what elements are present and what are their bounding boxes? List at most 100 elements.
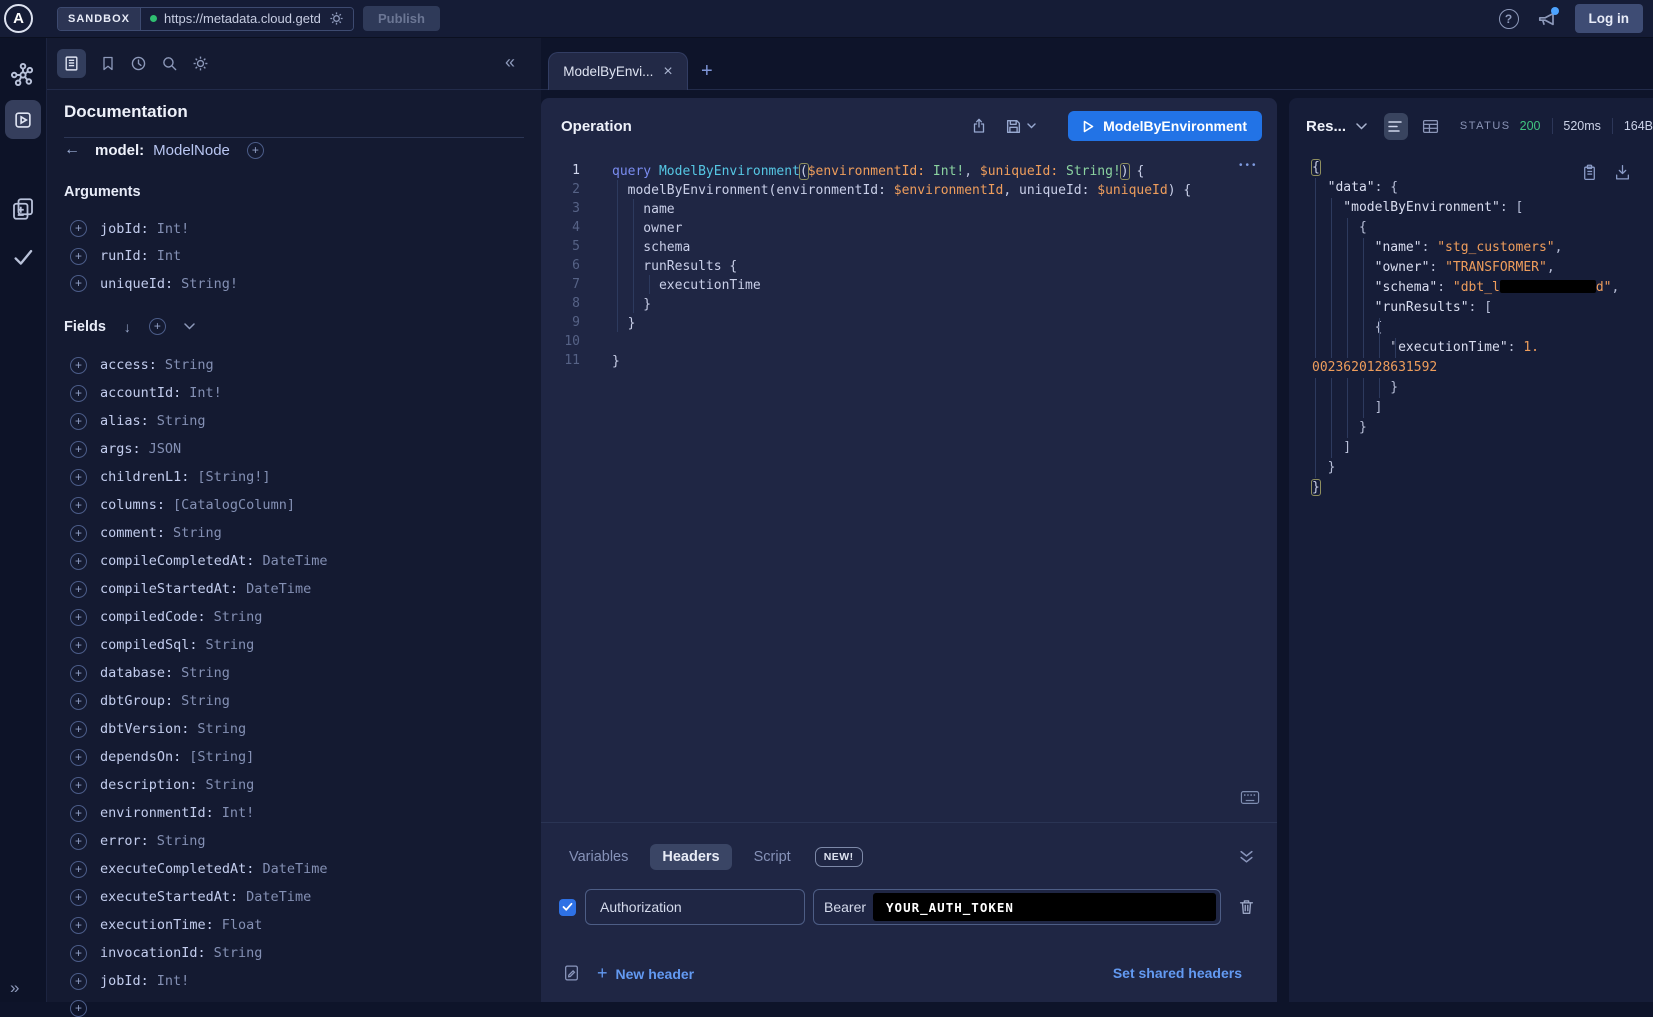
add-field-to-operation-icon[interactable] xyxy=(70,693,87,710)
header-key-input[interactable] xyxy=(585,889,805,925)
run-operation-button[interactable]: ModelByEnvironment xyxy=(1068,111,1262,141)
add-field-to-operation-icon[interactable] xyxy=(70,441,87,458)
add-field-to-operation-icon[interactable] xyxy=(70,581,87,598)
code-line[interactable]: 11} xyxy=(541,351,1277,370)
save-floppy-icon[interactable] xyxy=(1005,118,1022,135)
field-type[interactable]: Float xyxy=(222,917,263,933)
field-row[interactable]: compileStartedAt:DateTime xyxy=(47,575,541,603)
expand-rail-icon[interactable]: » xyxy=(10,978,19,998)
field-row[interactable]: args:JSON xyxy=(47,435,541,463)
header-value-field[interactable]: Bearer YOUR_AUTH_TOKEN xyxy=(813,889,1221,925)
field-row[interactable]: compiledSql:String xyxy=(47,631,541,659)
field-type[interactable]: Int! xyxy=(157,973,190,989)
field-row[interactable]: alias:String xyxy=(47,407,541,435)
field-row[interactable]: database:String xyxy=(47,659,541,687)
field-row[interactable]: dependsOn:[String] xyxy=(47,743,541,771)
field-type[interactable]: DateTime xyxy=(246,581,311,597)
response-chevron-down-icon[interactable] xyxy=(1356,123,1367,130)
new-tab-icon[interactable]: + xyxy=(701,60,713,83)
share-operation-icon[interactable] xyxy=(971,117,987,135)
code-line[interactable]: 5 schema xyxy=(541,237,1277,256)
add-field-to-operation-icon[interactable] xyxy=(70,945,87,962)
save-operation-group[interactable] xyxy=(1005,118,1036,135)
field-type[interactable]: String! xyxy=(181,276,238,292)
code-line[interactable]: 10 xyxy=(541,332,1277,351)
field-row[interactable]: executeCompletedAt:DateTime xyxy=(47,855,541,883)
add-field-to-operation-icon[interactable] xyxy=(70,973,87,990)
add-field-to-operation-icon[interactable] xyxy=(70,805,87,822)
tab-script[interactable]: Script xyxy=(742,844,803,870)
field-row-partial-icon[interactable] xyxy=(70,1000,87,1017)
add-all-fields-icon[interactable] xyxy=(149,318,166,335)
field-type[interactable]: DateTime xyxy=(262,553,327,569)
edit-as-text-icon[interactable] xyxy=(563,964,580,982)
back-arrow-icon[interactable]: ← xyxy=(64,141,86,159)
field-type[interactable]: [CatalogColumn] xyxy=(173,497,295,513)
sort-descending-icon[interactable]: ↓ xyxy=(124,319,131,335)
field-type[interactable]: String xyxy=(181,665,230,681)
schema-graph-icon[interactable] xyxy=(10,62,36,88)
add-field-to-operation-icon[interactable] xyxy=(70,721,87,738)
field-type[interactable]: String xyxy=(165,357,214,373)
sandbox-badge[interactable]: SANDBOX xyxy=(58,8,140,30)
field-row[interactable]: environmentId:Int! xyxy=(47,799,541,827)
search-icon[interactable] xyxy=(161,55,178,72)
response-title[interactable]: Res... xyxy=(1306,118,1346,135)
collapse-section-double-chevron-icon[interactable] xyxy=(1239,850,1254,864)
login-button[interactable]: Log in xyxy=(1575,4,1644,33)
add-field-to-operation-icon[interactable] xyxy=(70,749,87,766)
field-row[interactable]: childrenL1:[String!] xyxy=(47,463,541,491)
field-row[interactable]: compiledCode:String xyxy=(47,603,541,631)
view-as-json-icon[interactable] xyxy=(1384,113,1408,140)
field-row[interactable]: uniqueId:String! xyxy=(47,270,541,298)
explorer-settings-gear-icon[interactable] xyxy=(192,55,209,72)
field-type[interactable]: DateTime xyxy=(262,861,327,877)
code-line[interactable]: 1query ModelByEnvironment($environmentId… xyxy=(541,161,1277,180)
field-type[interactable]: Int xyxy=(157,248,181,264)
field-type[interactable]: String xyxy=(173,525,222,541)
add-field-to-operation-icon[interactable] xyxy=(70,413,87,430)
field-type[interactable]: [String!] xyxy=(197,469,270,485)
endpoint-url[interactable]: https://metadata.cloud.getd xyxy=(164,11,322,26)
field-row[interactable]: compileCompletedAt:DateTime xyxy=(47,547,541,575)
field-row[interactable]: runId:Int xyxy=(47,243,541,271)
code-line[interactable]: 4 owner xyxy=(541,218,1277,237)
field-row[interactable]: access:String xyxy=(47,351,541,379)
chevron-down-icon[interactable] xyxy=(184,323,195,330)
editor-overflow-menu-icon[interactable]: ••• xyxy=(1239,160,1259,171)
field-type[interactable]: String xyxy=(214,609,263,625)
add-field-to-operation-icon[interactable] xyxy=(70,525,87,542)
add-field-to-operation-icon[interactable] xyxy=(70,357,87,374)
code-line[interactable]: 9 } xyxy=(541,313,1277,332)
publish-button[interactable]: Publish xyxy=(363,6,440,31)
code-editor[interactable]: 1query ModelByEnvironment($environmentId… xyxy=(541,161,1277,370)
field-type[interactable]: Int! xyxy=(222,805,255,821)
set-shared-headers-link[interactable]: Set shared headers xyxy=(1113,965,1242,981)
auth-token-value[interactable]: YOUR_AUTH_TOKEN xyxy=(873,893,1216,921)
code-line[interactable]: 7 executionTime xyxy=(541,275,1277,294)
add-field-to-operation-icon[interactable] xyxy=(70,833,87,850)
breadcrumb-type[interactable]: ModelNode xyxy=(153,142,230,159)
field-row[interactable]: columns:[CatalogColumn] xyxy=(47,491,541,519)
close-tab-icon[interactable]: × xyxy=(663,63,672,81)
tab-variables[interactable]: Variables xyxy=(557,844,640,870)
response-json[interactable]: { "data": { "modelByEnvironment": [ { "n… xyxy=(1312,158,1619,498)
add-field-to-operation-icon[interactable] xyxy=(70,220,87,237)
add-field-to-operation-icon[interactable] xyxy=(70,385,87,402)
field-type[interactable]: DateTime xyxy=(246,889,311,905)
field-type[interactable]: String xyxy=(157,833,206,849)
field-row[interactable]: dbtGroup:String xyxy=(47,687,541,715)
code-line[interactable]: 2 modelByEnvironment(environmentId: $env… xyxy=(541,180,1277,199)
collapse-panel-icon[interactable]: « xyxy=(505,52,515,73)
add-field-to-operation-icon[interactable] xyxy=(70,275,87,292)
field-type[interactable]: String xyxy=(181,693,230,709)
keyboard-shortcuts-icon[interactable] xyxy=(1240,790,1260,805)
field-type[interactable]: String xyxy=(214,945,263,961)
help-icon[interactable]: ? xyxy=(1499,9,1519,29)
field-row[interactable]: jobId:Int! xyxy=(47,215,541,243)
add-field-to-operation-icon[interactable] xyxy=(70,469,87,486)
field-row[interactable]: executionTime:Float xyxy=(47,911,541,939)
add-field-to-operation-icon[interactable] xyxy=(70,248,87,265)
saved-operations-bookmark-icon[interactable] xyxy=(100,55,116,72)
documentation-tab-icon[interactable] xyxy=(57,49,86,78)
